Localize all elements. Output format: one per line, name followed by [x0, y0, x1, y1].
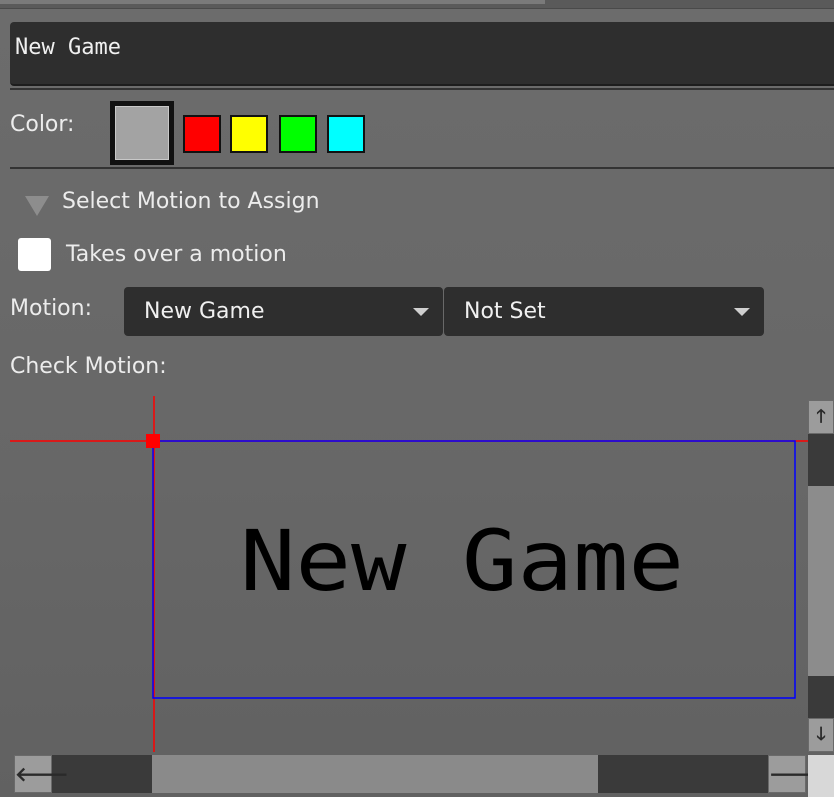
arrow-down-icon[interactable]: 🡓 — [808, 718, 834, 752]
scroll-corner — [808, 755, 834, 797]
name-input[interactable]: New Game — [10, 22, 834, 86]
preview-svg: New Game — [10, 396, 808, 752]
color-swatch-yellow[interactable] — [230, 115, 268, 153]
vertical-scrollbar[interactable]: 🡑 🡓 — [808, 400, 834, 752]
vertical-scroll-track — [808, 434, 834, 486]
horizontal-scroll-thumb[interactable] — [152, 755, 598, 793]
motion-dropdown[interactable]: New Game — [124, 287, 443, 336]
arrow-left-icon[interactable]: 🡐 — [14, 755, 69, 793]
motion-sub-dropdown[interactable]: Not Set — [444, 287, 764, 336]
vertical-scroll-thumb[interactable] — [808, 486, 834, 676]
collapse-triangle-icon[interactable] — [25, 196, 49, 216]
arrow-up-icon[interactable]: 🡑 — [808, 400, 834, 434]
name-input-value: New Game — [15, 35, 121, 60]
chevron-down-icon — [413, 308, 429, 316]
preview-text: New Game — [240, 512, 684, 610]
selected-color-inner — [115, 106, 169, 160]
origin-handle[interactable] — [146, 434, 160, 448]
tab-strip — [0, 0, 545, 4]
color-swatch-green[interactable] — [279, 115, 317, 153]
motion-sub-dropdown-value: Not Set — [464, 299, 546, 324]
motion-preview-canvas[interactable]: New Game — [0, 396, 808, 752]
arrow-right-icon[interactable]: 🡒 — [768, 755, 823, 793]
divider — [10, 88, 834, 90]
divider — [10, 167, 834, 169]
motion-dropdown-value: New Game — [144, 299, 265, 324]
color-swatch-cyan[interactable] — [327, 115, 365, 153]
section-title[interactable]: Select Motion to Assign — [62, 189, 320, 214]
horizontal-scrollbar[interactable]: 🡐 🡒 — [14, 755, 823, 793]
motion-assign-panel: New Game Color: Select Motion to Assign … — [0, 0, 834, 797]
motion-label: Motion: — [10, 296, 92, 321]
chevron-down-icon — [734, 308, 750, 316]
color-swatch-red[interactable] — [183, 115, 221, 153]
selected-color-swatch[interactable] — [110, 101, 174, 165]
check-motion-label: Check Motion: — [10, 354, 167, 379]
panel-top-strip — [0, 0, 834, 9]
takeover-label[interactable]: Takes over a motion — [66, 242, 287, 267]
takeover-checkbox[interactable] — [18, 238, 51, 271]
color-label: Color: — [10, 112, 75, 137]
